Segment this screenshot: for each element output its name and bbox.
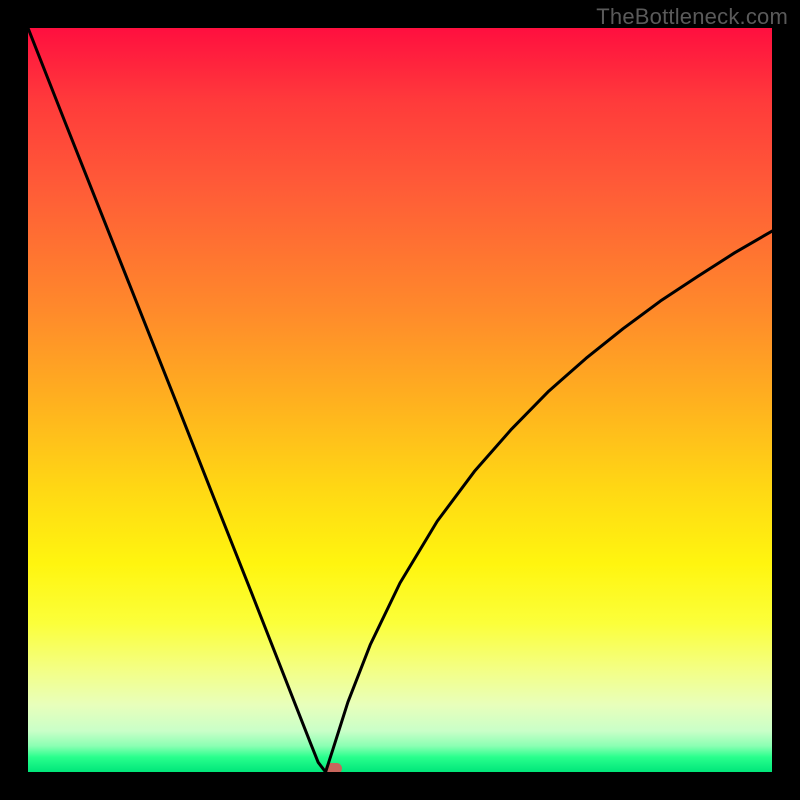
bottleneck-curve bbox=[28, 28, 772, 772]
chart-frame: TheBottleneck.com bbox=[0, 0, 800, 800]
watermark-text: TheBottleneck.com bbox=[596, 4, 788, 30]
plot-area bbox=[28, 28, 772, 772]
